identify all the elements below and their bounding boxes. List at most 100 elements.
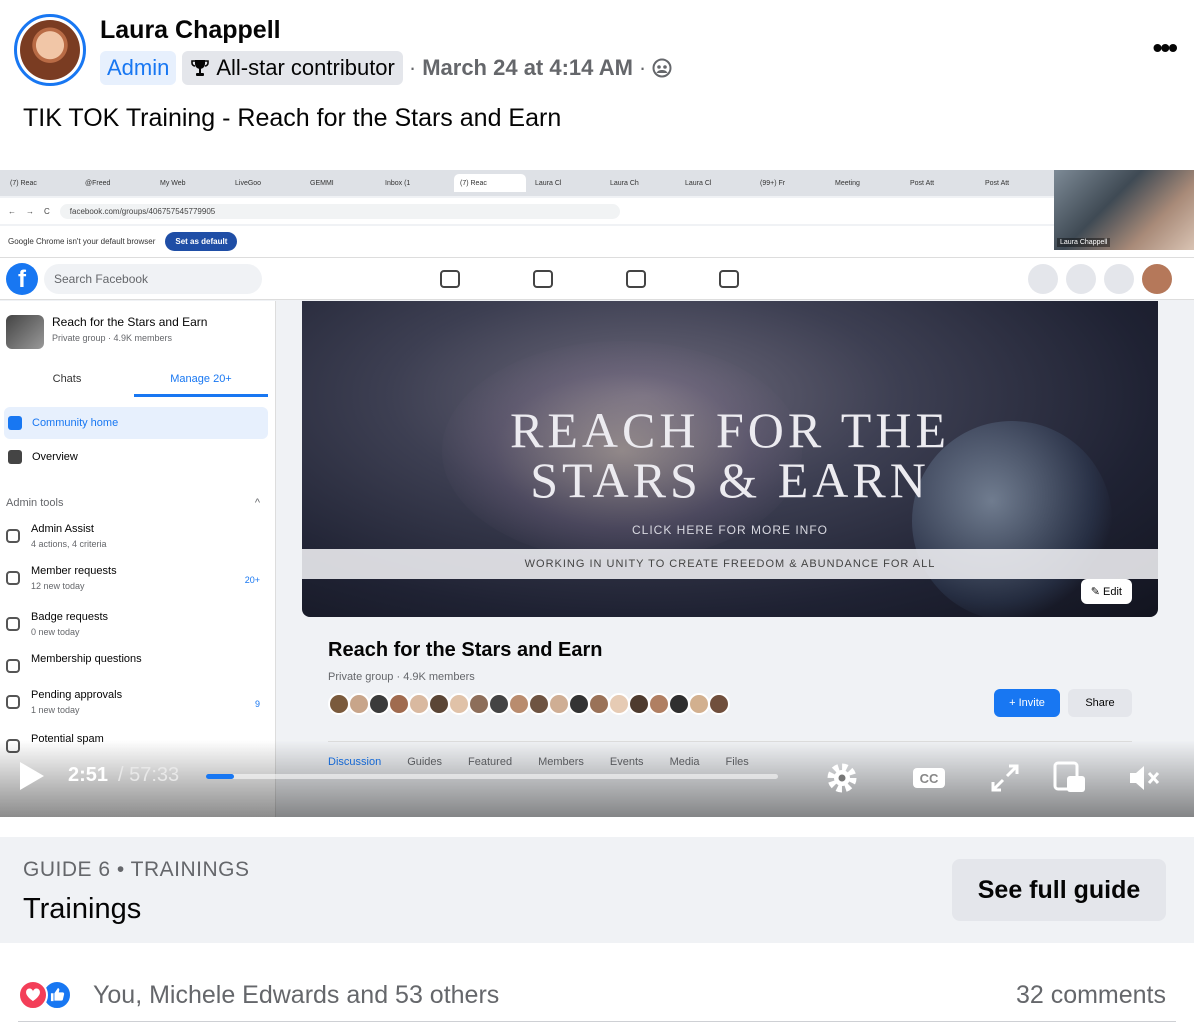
comment-count[interactable]: 32 comments — [1016, 981, 1166, 1010]
video-player[interactable]: (7) Reac @Freed My Web LiveGoo GEMMI Inbox (1… — [0, 170, 1194, 817]
admin-tool-count: 20+ — [244, 575, 260, 585]
sidebar-item-community-home: Community home — [4, 407, 268, 439]
member-avatar — [348, 693, 370, 715]
progress-bar[interactable] — [206, 774, 778, 779]
browser-address-row: ← → C facebook.com/groups/40675754577990… — [0, 198, 1054, 224]
admin-tool-icon — [6, 659, 20, 673]
browser-tab: GEMMI — [310, 179, 334, 187]
admin-tool-icon — [6, 695, 20, 709]
admin-tool-name: Member requests — [31, 565, 117, 577]
browser-tab: @Freed — [85, 179, 111, 187]
browser-tab: Post Att — [985, 179, 1010, 187]
post-text: TIK TOK Training - Reach for the Stars a… — [23, 104, 562, 132]
meta-separator: · — [638, 55, 647, 80]
admin-tool-item: Badge requests 0 new today — [4, 611, 266, 651]
admin-tool-sub: 1 new today — [31, 705, 80, 715]
guide-title[interactable]: Trainings — [23, 893, 141, 926]
member-avatar — [688, 693, 710, 715]
admin-tool-name: Pending approvals — [31, 689, 123, 701]
cover-title-line: STARS & EARN — [530, 452, 930, 508]
facebook-logo-icon: f — [6, 263, 38, 295]
reaction-summary[interactable]: You, Michele Edwards and 53 others — [93, 981, 499, 1010]
trophy-icon — [191, 60, 210, 76]
all-star-contributor-badge[interactable]: All-star contributor — [182, 51, 403, 85]
default-browser-notice: Google Chrome isn't your default browser — [8, 237, 156, 246]
meta-separator: · — [408, 55, 417, 80]
progress-fill — [206, 774, 235, 779]
svg-text:CC: CC — [920, 771, 939, 786]
member-avatar — [528, 693, 550, 715]
group-audience-icon[interactable] — [652, 58, 672, 78]
member-avatar — [628, 693, 650, 715]
admin-badge[interactable]: Admin — [100, 51, 177, 85]
sidebar-group-header: Reach for the Stars and Earn Private gro… — [6, 315, 207, 349]
sidebar-group-name: Reach for the Stars and Earn — [52, 315, 208, 329]
author-name[interactable]: Laura Chappell — [100, 16, 281, 45]
post-meta: Admin All-star contributor · March 24 at… — [100, 50, 672, 86]
see-full-guide-button[interactable]: See full guide — [952, 859, 1166, 921]
love-icon — [18, 980, 48, 1010]
admin-tools-header: Admin tools ^ — [6, 497, 260, 509]
forward-arrow-icon: → — [26, 206, 34, 216]
guide-label: GUIDE 6 • TRAININGS — [23, 858, 250, 881]
member-avatar — [328, 693, 350, 715]
home-icon — [440, 270, 460, 288]
browser-tab: Post Att — [910, 179, 935, 187]
more-options-button[interactable]: ••• — [1153, 32, 1178, 64]
webcam-overlay: Laura Chappell — [1054, 170, 1194, 250]
divider — [18, 1021, 1176, 1022]
admin-tool-name: Membership questions — [31, 653, 142, 665]
total-time: / 57:33 — [118, 764, 180, 786]
edit-label: Edit — [1103, 586, 1122, 598]
messenger-icon — [1066, 264, 1096, 294]
member-avatar — [548, 693, 570, 715]
member-faces — [328, 693, 768, 717]
admin-tool-item: Admin Assist 4 actions, 4 criteria — [4, 523, 266, 563]
member-avatar — [668, 693, 690, 715]
share-button: Share — [1068, 689, 1132, 717]
cover-title: REACH FOR THE STARS & EARN — [302, 405, 1158, 505]
admin-tool-count: 9 — [254, 699, 260, 709]
home-icon — [8, 416, 22, 430]
settings-icon[interactable] — [824, 760, 860, 796]
member-avatar — [568, 693, 590, 715]
reaction-icons[interactable] — [18, 980, 84, 1010]
contributor-badge-label: All-star contributor — [216, 55, 395, 80]
post-timestamp[interactable]: March 24 at 4:14 AM — [422, 55, 633, 81]
cover-click-here: CLICK HERE FOR MORE INFO — [631, 523, 828, 537]
captions-icon[interactable]: CC — [911, 760, 947, 796]
cover-title-line: REACH FOR THE — [509, 402, 950, 458]
browser-tab: My Web — [160, 179, 186, 187]
mute-icon[interactable] — [1126, 760, 1162, 796]
group-thumbnail — [6, 315, 44, 349]
browser-url: facebook.com/groups/406757545779905 — [59, 203, 620, 219]
invite-button: + Invite — [994, 689, 1060, 717]
admin-tool-name: Badge requests — [31, 611, 109, 623]
picture-in-picture-icon[interactable] — [1052, 760, 1088, 796]
sidebar-item-overview: Overview — [4, 441, 268, 473]
admin-tool-name: Admin Assist — [31, 523, 94, 535]
play-icon[interactable] — [20, 762, 44, 790]
admin-tool-item: Membership questions — [4, 653, 266, 693]
fullscreen-icon[interactable] — [987, 760, 1023, 796]
admin-tool-icon — [6, 571, 20, 585]
reload-icon: C — [44, 206, 50, 216]
back-arrow-icon: ← — [8, 206, 16, 216]
author-avatar[interactable] — [14, 14, 86, 86]
admin-tool-sub: 12 new today — [31, 581, 85, 591]
admin-tool-item: Member requests 12 new today 20+ — [4, 565, 266, 605]
chevron-up-icon: ^ — [254, 497, 260, 509]
browser-tab: (99+) Fr — [760, 179, 786, 187]
browser-tab: Laura Cl — [685, 179, 712, 187]
member-avatar — [408, 693, 430, 715]
cover-edit-button: ✎ Edit — [1080, 579, 1132, 604]
facebook-search: Search Facebook — [44, 264, 262, 294]
member-avatar — [608, 693, 630, 715]
member-avatar — [488, 693, 510, 715]
admin-tool-icon — [6, 617, 20, 631]
admin-tool-sub: 4 actions, 4 criteria — [31, 539, 107, 549]
browser-tab: Meeting — [835, 179, 860, 187]
gaming-icon — [719, 270, 739, 288]
member-avatar — [388, 693, 410, 715]
browser-tab: Laura Ch — [610, 179, 639, 187]
